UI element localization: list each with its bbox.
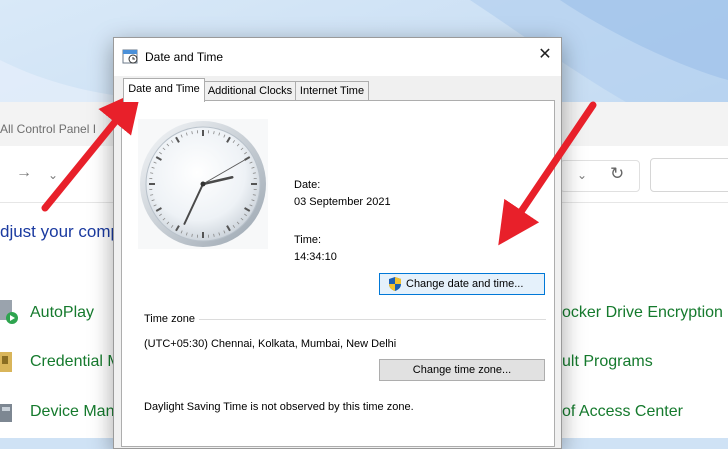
cp-item-autoplay[interactable]: AutoPlay: [30, 304, 94, 322]
search-input[interactable]: [650, 158, 728, 192]
change-date-time-label: Change date and time...: [406, 274, 523, 294]
control-panel-heading: djust your compu: [0, 222, 129, 242]
cp-item-default-programs[interactable]: ult Programs: [562, 353, 653, 371]
credential-manager-icon: [0, 348, 20, 374]
close-icon[interactable]: ✕: [536, 46, 554, 64]
cp-item-credential-manager[interactable]: Credential M: [30, 353, 121, 371]
cp-item-ease-of-access[interactable]: of Access Center: [562, 403, 683, 421]
change-timezone-button[interactable]: Change time zone...: [379, 359, 545, 381]
change-date-time-button[interactable]: Change date and time...: [379, 273, 545, 295]
autoplay-icon: [0, 298, 20, 324]
cp-item-bitlocker[interactable]: ocker Drive Encryption: [562, 304, 723, 322]
uac-shield-icon: [388, 277, 402, 291]
recent-locations-chevron-icon[interactable]: ⌄: [48, 168, 58, 182]
analog-clock: [138, 119, 268, 249]
address-bar[interactable]: [560, 160, 640, 192]
date-time-app-icon: [122, 48, 138, 64]
device-manager-icon: [0, 398, 20, 424]
refresh-icon[interactable]: ↻: [610, 164, 624, 184]
date-label: Date:: [294, 179, 320, 191]
timezone-group-label: Time zone: [144, 313, 199, 325]
timezone-value: (UTC+05:30) Chennai, Kolkata, Mumbai, Ne…: [144, 338, 396, 350]
tab-date-and-time[interactable]: Date and Time: [123, 78, 205, 102]
dialog-titlebar: Date and Time ✕: [114, 38, 561, 76]
date-value: 03 September 2021: [294, 196, 391, 208]
address-dropdown-chevron-icon[interactable]: ⌄: [577, 168, 587, 182]
time-label: Time:: [294, 234, 321, 246]
dst-note: Daylight Saving Time is not observed by …: [144, 401, 414, 413]
date-and-time-dialog: Date and Time ✕ Date and Time Additional…: [113, 37, 562, 449]
time-value: 14:34:10: [294, 251, 337, 263]
forward-arrow-icon[interactable]: →: [16, 164, 32, 182]
control-panel-title: All Control Panel I: [0, 122, 96, 136]
cp-item-device-manager[interactable]: Device Mana: [30, 403, 123, 421]
tab-panel: Date: 03 September 2021 Time: 14:34:10 C…: [121, 100, 555, 447]
dialog-title: Date and Time: [145, 50, 223, 64]
tab-additional-clocks[interactable]: Additional Clocks: [204, 81, 296, 101]
timezone-group-divider: [144, 319, 546, 320]
tab-internet-time[interactable]: Internet Time: [295, 81, 369, 101]
